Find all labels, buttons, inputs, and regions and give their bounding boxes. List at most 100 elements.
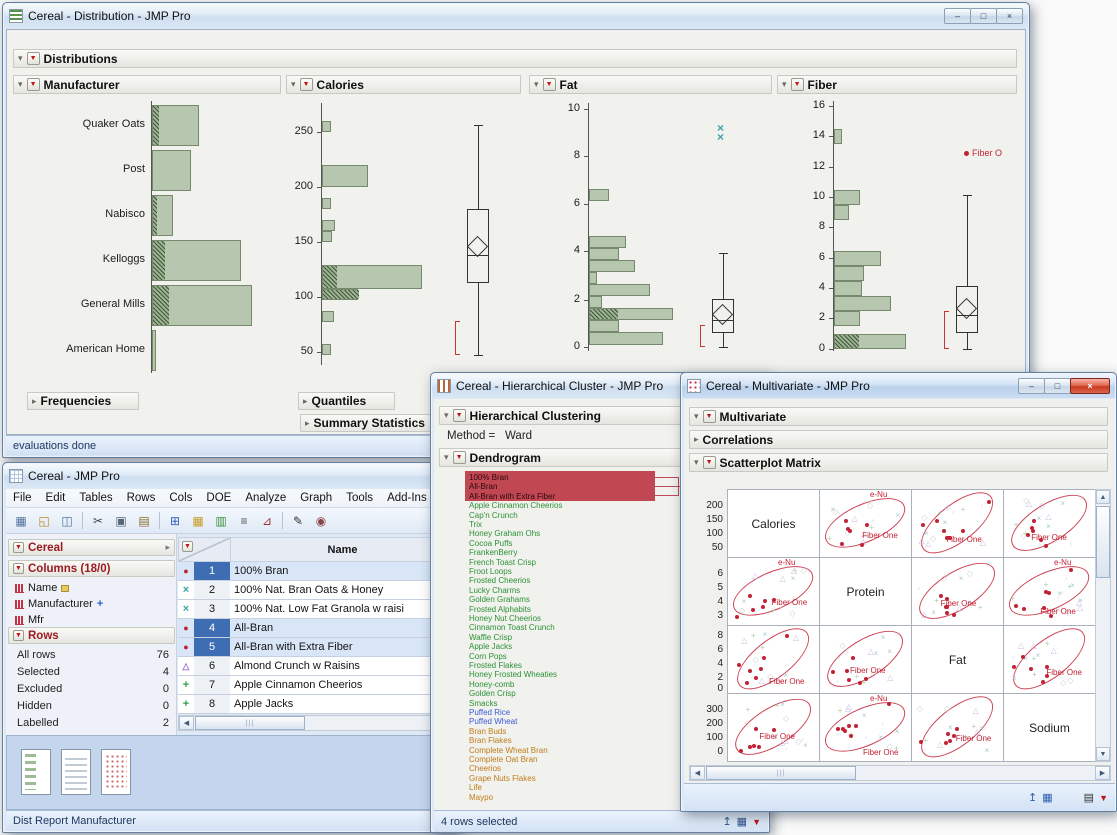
disclosure-open-icon[interactable]: ▾ bbox=[694, 411, 699, 422]
histogram-bar[interactable] bbox=[834, 129, 842, 144]
histogram-bar[interactable] bbox=[834, 190, 860, 205]
red-triangle-menu-icon[interactable]: ▼ bbox=[13, 563, 24, 574]
row-state-cell[interactable]: × bbox=[178, 600, 195, 619]
dendrogram-leaf[interactable]: Cinnamon Toast Crunch bbox=[469, 623, 669, 633]
new-data-table-icon[interactable]: ▦ bbox=[10, 511, 32, 531]
selection-icon[interactable]: ◉ bbox=[310, 511, 332, 531]
menu-tables[interactable]: Tables bbox=[72, 490, 119, 506]
row-number-cell[interactable]: 7 bbox=[194, 676, 231, 695]
histogram-bar[interactable] bbox=[834, 311, 860, 326]
histogram-bar[interactable] bbox=[589, 189, 609, 201]
menu-edit[interactable]: Edit bbox=[39, 490, 73, 506]
minimize-button[interactable]: – bbox=[1018, 378, 1045, 394]
minimize-button[interactable]: – bbox=[944, 8, 971, 24]
histogram-bar[interactable] bbox=[589, 320, 619, 332]
histogram-bar[interactable] bbox=[322, 220, 335, 231]
scroll-thumb[interactable]: ||| bbox=[706, 766, 856, 780]
row-name-cell[interactable]: 100% Nat. Bran Oats & Honey bbox=[230, 581, 455, 600]
maximize-button[interactable]: □ bbox=[970, 8, 997, 24]
histogram-bar[interactable] bbox=[152, 285, 252, 326]
menu-doe[interactable]: DOE bbox=[199, 490, 238, 506]
matrix-cell[interactable]: ◇◦×+△◇◦×+△◇◦×Fiber One bbox=[1003, 489, 1096, 558]
rows-panel-header[interactable]: ▼Rows bbox=[8, 627, 175, 644]
matrix-diagonal-fat[interactable]: Fat bbox=[911, 625, 1004, 694]
multivariate-outline[interactable]: ▾ ▼ Multivariate bbox=[689, 407, 1108, 426]
disclosure-closed-icon[interactable]: ▸ bbox=[32, 396, 37, 407]
dendrogram-leaf[interactable]: Apple Cinnamon Cheerios bbox=[469, 501, 669, 511]
disclosure-open-icon[interactable]: ▾ bbox=[782, 79, 787, 90]
maximize-button[interactable]: □ bbox=[1044, 378, 1071, 394]
row-state-cell[interactable]: + bbox=[178, 676, 195, 695]
multivariate-titlebar[interactable]: Cereal - Multivariate - JMP Pro – □ × bbox=[682, 374, 1115, 398]
graph-builder-icon[interactable]: ⊿ bbox=[256, 511, 278, 531]
distribution-icon[interactable]: ≡ bbox=[233, 511, 255, 531]
red-triangle-menu-icon[interactable]: ▼ bbox=[13, 630, 24, 641]
matrix-diagonal-protein[interactable]: Protein bbox=[819, 557, 912, 626]
row-number-cell[interactable]: 6 bbox=[194, 657, 231, 676]
menu-file[interactable]: File bbox=[6, 490, 39, 506]
scroll-up-arrow[interactable]: ▲ bbox=[1096, 490, 1110, 504]
menu-tools[interactable]: Tools bbox=[339, 490, 380, 506]
outline-collapsed-quantiles[interactable]: ▸Quantiles bbox=[298, 392, 395, 410]
panel-up-icon[interactable]: ↥ bbox=[1028, 791, 1037, 804]
dendrogram-leaf[interactable]: Honey Graham Ohs bbox=[469, 529, 669, 539]
manufacturer-panel-header[interactable]: ▾▼Manufacturer bbox=[13, 75, 281, 94]
dendrogram-leaf[interactable]: Life bbox=[469, 783, 669, 793]
histogram-bar[interactable] bbox=[834, 205, 849, 220]
correlations-outline[interactable]: ▸ Correlations bbox=[689, 430, 1108, 449]
menu-rows[interactable]: Rows bbox=[120, 490, 163, 506]
row-number-cell[interactable]: 1 bbox=[194, 562, 231, 581]
calories-panel-header[interactable]: ▾▼Calories bbox=[286, 75, 521, 94]
disclosure-open-icon[interactable]: ▾ bbox=[534, 79, 539, 90]
red-triangle-menu-icon[interactable]: ▼ bbox=[791, 78, 804, 91]
grid-view-icon[interactable]: ▦ bbox=[737, 815, 747, 828]
matrix-cell[interactable]: ◇◦×+△◇◦×+△◇◦×Fiber One bbox=[911, 557, 1004, 626]
row-state-cell[interactable]: ● bbox=[178, 638, 195, 657]
row-name-cell[interactable]: 100% Bran bbox=[230, 562, 455, 581]
histogram-bar[interactable] bbox=[152, 150, 191, 191]
histogram-bar[interactable] bbox=[322, 121, 331, 132]
red-triangle-menu-icon[interactable]: ▼ bbox=[1099, 793, 1108, 803]
histogram-bar[interactable] bbox=[322, 265, 422, 289]
distribution-titlebar[interactable]: Cereal - Distribution - JMP Pro – □ × bbox=[4, 4, 1028, 28]
dendrogram-leaf[interactable]: Apple Jacks bbox=[469, 642, 669, 652]
row-state-cell[interactable]: ● bbox=[178, 619, 195, 638]
dendrogram-leaf[interactable]: Bran Flakes bbox=[469, 736, 669, 746]
disclosure-closed-icon[interactable]: ▸ bbox=[694, 434, 699, 445]
dendrogram-leaf[interactable]: Golden Grahams bbox=[469, 595, 669, 605]
scroll-thumb[interactable]: ||| bbox=[195, 716, 305, 730]
disclosure-open-icon[interactable]: ▾ bbox=[291, 79, 296, 90]
annotate-icon[interactable]: ✎ bbox=[287, 511, 309, 531]
row-number-cell[interactable]: 8 bbox=[194, 695, 231, 714]
red-triangle-menu-icon[interactable]: ▼ bbox=[27, 78, 40, 91]
histogram-bar[interactable] bbox=[322, 311, 334, 322]
row-name-cell[interactable]: Almond Crunch w Raisins bbox=[230, 657, 455, 676]
paste-icon[interactable]: ▤ bbox=[133, 511, 155, 531]
matrix-cell[interactable]: +△◇◦×+△◇◦×+△◇Fiber Onee-Nu bbox=[727, 557, 820, 626]
summary-icon[interactable]: ▥ bbox=[210, 511, 232, 531]
histogram-bar[interactable] bbox=[322, 165, 368, 187]
row-name-cell[interactable]: 100% Nat. Low Fat Granola w raisi bbox=[230, 600, 455, 619]
fat-panel-header[interactable]: ▾▼Fat bbox=[529, 75, 772, 94]
histogram-bar[interactable] bbox=[589, 236, 626, 248]
histogram-bar[interactable] bbox=[834, 266, 864, 281]
outline-collapsed-summarystatistics[interactable]: ▸Summary Statistics bbox=[300, 414, 431, 432]
histogram-bar[interactable] bbox=[589, 296, 602, 308]
histogram-bar[interactable] bbox=[322, 344, 331, 355]
distributions-outline[interactable]: ▾ ▼ Distributions bbox=[13, 49, 1017, 68]
outline-collapsed-frequencies[interactable]: ▸Frequencies bbox=[27, 392, 139, 410]
dendrogram-leaf[interactable]: Golden Crisp bbox=[469, 689, 669, 699]
dendrogram-leaf[interactable]: Frosted Cheerios bbox=[469, 576, 669, 586]
matrix-cell[interactable]: △◇◦×+△◇◦×+△◇◦Fiber One bbox=[727, 625, 820, 694]
table-view-icon[interactable]: ▤ bbox=[1084, 791, 1094, 804]
red-triangle-menu-icon[interactable]: ▼ bbox=[453, 451, 466, 464]
layout-icon[interactable]: ▦ bbox=[187, 511, 209, 531]
matrix-cell[interactable]: ◦×+△◇◦×+△◇◦×+Fiber Onee-Nu bbox=[1003, 557, 1096, 626]
columns-panel-header[interactable]: ▼Columns (18/0) bbox=[8, 560, 175, 577]
scatterplot-matrix-outline[interactable]: ▾ ▼ Scatterplot Matrix bbox=[689, 453, 1108, 472]
fiber-panel-header[interactable]: ▾▼Fiber bbox=[777, 75, 1017, 94]
histogram-bar[interactable] bbox=[589, 260, 635, 272]
scroll-right-arrow[interactable]: ▶ bbox=[1095, 766, 1110, 780]
histogram-bar[interactable] bbox=[834, 296, 891, 311]
row-number-cell[interactable]: 3 bbox=[194, 600, 231, 619]
